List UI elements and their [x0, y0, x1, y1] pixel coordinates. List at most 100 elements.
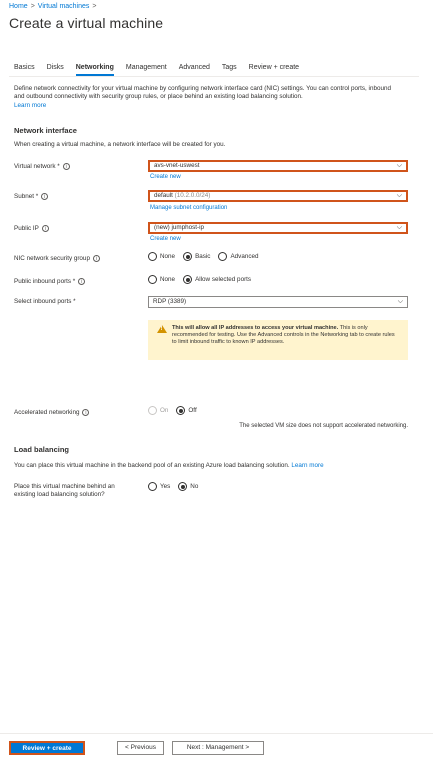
select-inbound-ports-label: Select inbound ports *: [14, 298, 76, 305]
inbound-ports-radio-group: None Allow selected ports: [148, 275, 259, 284]
subnet-label: Subnet * i: [14, 193, 49, 200]
public-ip-label-text: Public IP: [14, 225, 39, 232]
accelerated-networking-radio-group: On Off: [148, 406, 205, 415]
virtual-network-create-new[interactable]: Create new: [150, 174, 181, 180]
virtual-network-dropdown[interactable]: avs-vnet-uswest ⌵: [148, 160, 408, 172]
tab-tags[interactable]: Tags: [222, 64, 237, 76]
info-icon[interactable]: i: [41, 225, 49, 232]
breadcrumb: Home > Virtual machines >: [9, 3, 97, 10]
load-balancing-option-yes-label: Yes: [160, 483, 171, 490]
inbound-ports-dropdown[interactable]: RDP (3389) ⌵: [148, 296, 408, 308]
nsg-option-advanced[interactable]: Advanced: [218, 252, 258, 261]
accelerated-networking-label-text: Accelerated networking: [14, 409, 80, 416]
breadcrumb-separator: >: [30, 3, 35, 10]
warning-banner: ! This will allow all IP addresses to ac…: [148, 320, 408, 360]
review-create-button[interactable]: Review + create: [9, 741, 85, 755]
inbound-option-allow-label: Allow selected ports: [195, 276, 252, 283]
accel-option-off-label: Off: [188, 407, 197, 414]
manage-subnet-link[interactable]: Manage subnet configuration: [150, 205, 227, 211]
inbound-option-none-label: None: [160, 276, 176, 283]
load-balancing-note: You can place this virtual machine in th…: [14, 462, 324, 469]
info-icon[interactable]: i: [82, 409, 90, 416]
radio-icon: [148, 275, 157, 284]
radio-icon: [148, 252, 157, 261]
tab-bar: Basics Disks Networking Management Advan…: [14, 64, 311, 76]
load-balancing-option-no-label: No: [190, 483, 199, 490]
nsg-option-none-label: None: [160, 253, 176, 260]
chevron-down-icon: ⌵: [396, 192, 402, 199]
subnet-value: default: [154, 192, 173, 199]
nsg-label: NIC network security group i: [14, 255, 100, 262]
radio-selected-icon: [183, 252, 193, 261]
radio-icon: [218, 252, 228, 261]
subnet-label-text: Subnet *: [14, 193, 39, 200]
public-inbound-ports-label: Public inbound ports * i: [14, 278, 86, 285]
virtual-network-label: Virtual network * i: [14, 163, 70, 170]
radio-selected-icon: [178, 482, 188, 491]
subnet-range: (10.2.0.0/24): [174, 192, 211, 199]
inbound-option-allow-selected[interactable]: Allow selected ports: [183, 275, 251, 284]
breadcrumb-separator: >: [92, 3, 97, 10]
page-title: Create a virtual machine: [9, 15, 164, 31]
learn-more-link[interactable]: Learn more: [14, 102, 46, 109]
load-balancing-learn-more-link[interactable]: Learn more: [291, 462, 323, 469]
public-ip-create-new[interactable]: Create new: [150, 236, 181, 242]
breadcrumb-virtual-machines[interactable]: Virtual machines: [38, 3, 90, 10]
load-balancing-option-no[interactable]: No: [178, 482, 198, 491]
tab-disks[interactable]: Disks: [47, 64, 64, 76]
warning-bold-text: This will allow all IP addresses to acce…: [172, 325, 339, 331]
info-icon[interactable]: i: [78, 278, 86, 285]
tab-basics[interactable]: Basics: [14, 64, 35, 76]
nsg-label-text: NIC network security group: [14, 255, 90, 262]
load-balancing-option-yes[interactable]: Yes: [148, 482, 170, 491]
accel-option-on-label: On: [160, 407, 169, 414]
nsg-option-basic[interactable]: Basic: [183, 252, 210, 261]
info-icon[interactable]: i: [92, 255, 100, 262]
public-ip-label: Public IP i: [14, 225, 49, 232]
tab-review-create[interactable]: Review + create: [249, 64, 299, 76]
public-ip-dropdown[interactable]: (new) jumphost-ip ⌵: [148, 222, 408, 234]
nsg-option-none[interactable]: None: [148, 252, 175, 261]
load-balancing-question-text: Place this virtual machine behind an exi…: [14, 483, 115, 499]
accelerated-networking-note: The selected VM size does not support ac…: [239, 423, 408, 429]
section-load-balancing: Load balancing: [14, 445, 70, 454]
footer-divider: [0, 733, 433, 734]
subnet-dropdown[interactable]: default (10.2.0.0/24) ⌵: [148, 190, 408, 202]
accel-option-off[interactable]: Off: [176, 406, 197, 415]
tabs-divider: [9, 76, 419, 77]
radio-selected-icon: [176, 406, 186, 415]
radio-icon: [148, 482, 157, 491]
breadcrumb-home[interactable]: Home: [9, 3, 28, 10]
chevron-down-icon: ⌵: [397, 298, 403, 305]
radio-disabled-icon: [148, 406, 157, 415]
previous-button[interactable]: < Previous: [117, 741, 164, 755]
chevron-down-icon: ⌵: [396, 224, 402, 231]
accelerated-networking-label: Accelerated networking i: [14, 409, 90, 416]
load-balancing-question-line2: existing load balancing solution?: [14, 491, 105, 498]
chevron-down-icon: ⌵: [396, 162, 402, 169]
virtual-network-label-text: Virtual network *: [14, 163, 60, 170]
tab-networking[interactable]: Networking: [75, 64, 114, 76]
warning-icon-mark: !: [160, 326, 163, 332]
radio-selected-icon: [183, 275, 193, 284]
nsg-option-basic-label: Basic: [195, 253, 211, 260]
public-inbound-ports-label-text: Public inbound ports *: [14, 278, 76, 285]
network-interface-note: When creating a virtual machine, a netwo…: [14, 141, 226, 148]
description-text: Define network connectivity for your vir…: [14, 85, 391, 101]
info-icon[interactable]: i: [62, 163, 70, 170]
nsg-radio-group: None Basic Advanced: [148, 252, 266, 261]
tab-advanced[interactable]: Advanced: [179, 64, 210, 76]
networking-description: Define network connectivity for your vir…: [14, 85, 399, 110]
inbound-option-none[interactable]: None: [148, 275, 175, 284]
load-balancing-note-text: You can place this virtual machine in th…: [14, 462, 290, 469]
virtual-network-value: avs-vnet-uswest: [154, 162, 200, 169]
info-icon[interactable]: i: [41, 193, 49, 200]
load-balancing-question-line1: Place this virtual machine behind an: [14, 483, 115, 490]
section-network-interface: Network interface: [14, 126, 77, 135]
accel-option-on[interactable]: On: [148, 406, 168, 415]
next-management-button[interactable]: Next : Management >: [172, 741, 264, 755]
public-ip-value: (new) jumphost-ip: [154, 224, 205, 231]
tab-management[interactable]: Management: [126, 64, 167, 76]
nsg-option-advanced-label: Advanced: [230, 253, 259, 260]
load-balancing-radio-group: Yes No: [148, 482, 206, 491]
